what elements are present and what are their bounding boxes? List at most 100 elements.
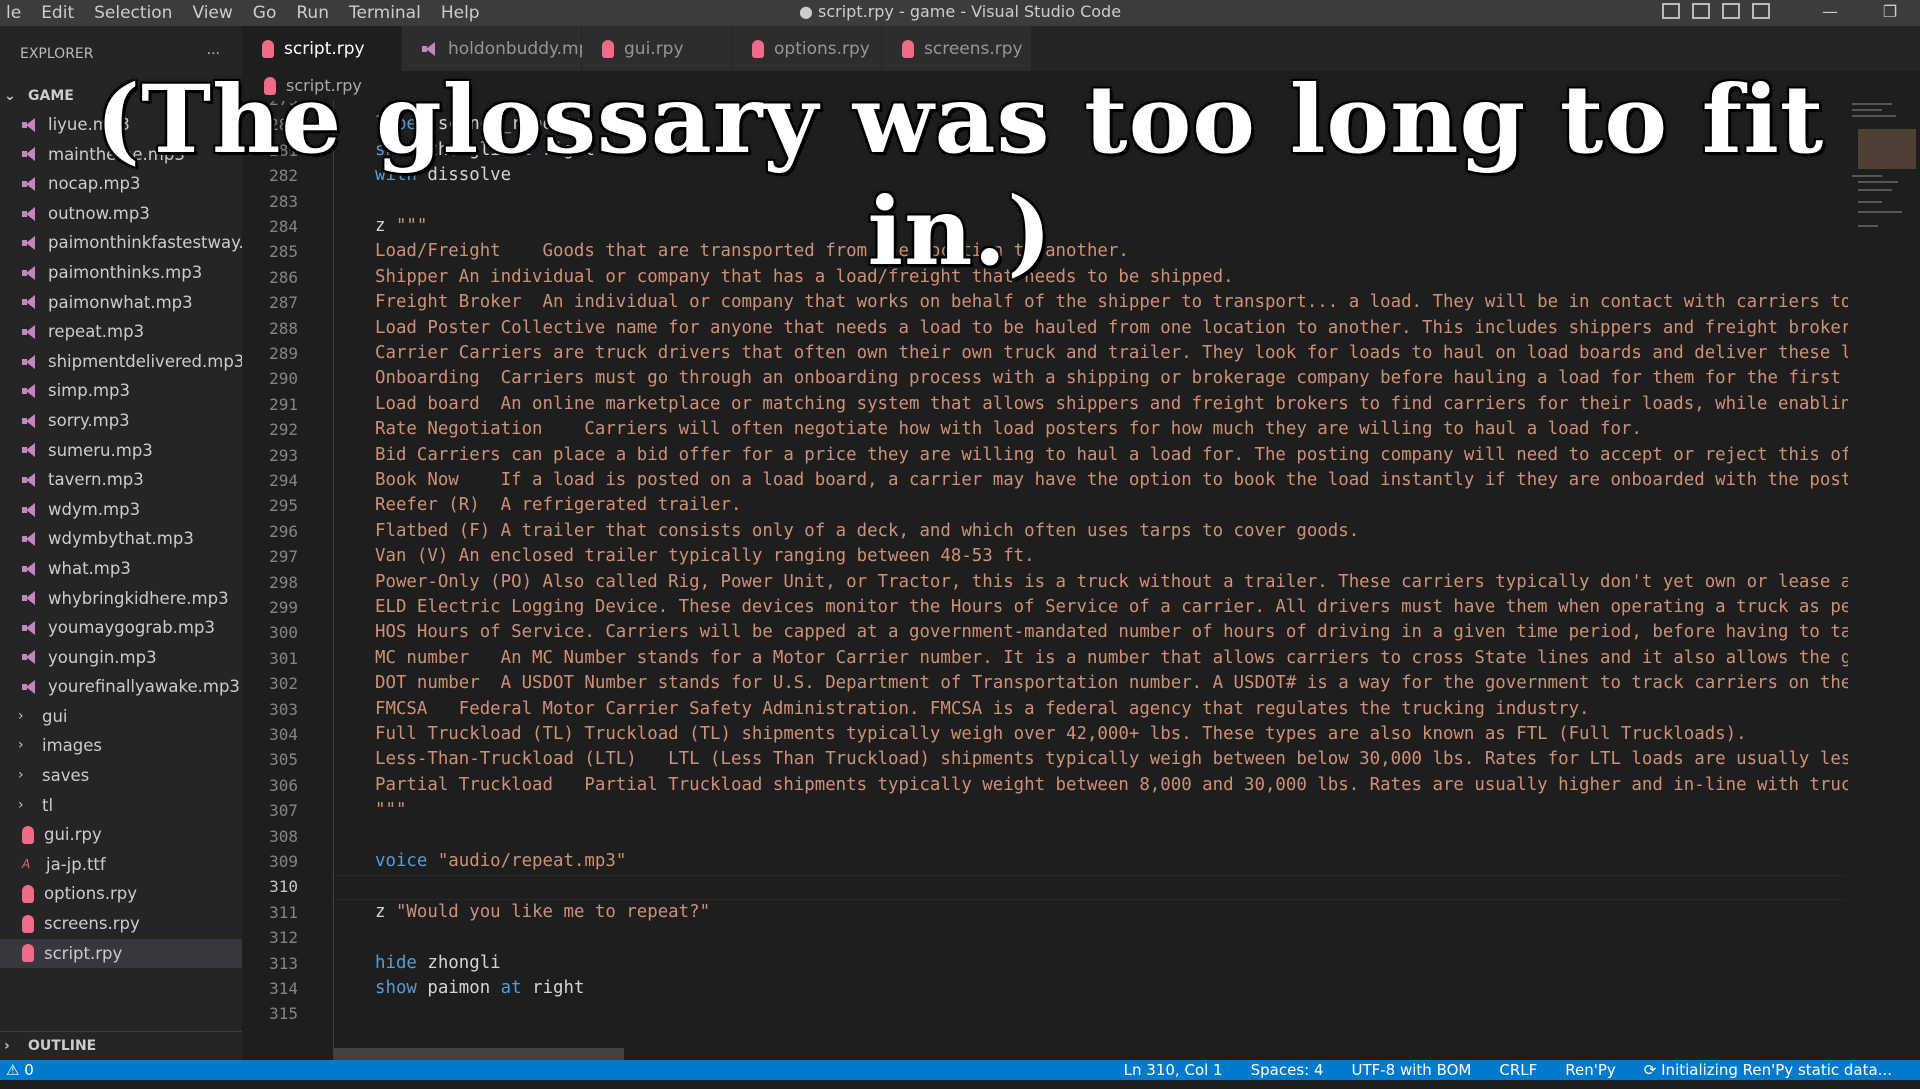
customize-layout-icon[interactable]	[1752, 3, 1770, 19]
status-item[interactable]: CRLF	[1499, 1060, 1537, 1080]
line-number: 312	[269, 928, 298, 948]
code-text: ELD Electric Logging Device. These devic…	[375, 595, 1848, 620]
code-line: 301 MC number An MC Number stands for a M…	[242, 646, 1848, 671]
code-text: Partial Truckload Partial Truckload ship…	[375, 773, 1848, 798]
file-tree-item[interactable]: › saves	[0, 761, 242, 791]
line-number: 310	[269, 877, 298, 897]
file-name: youngin.mp3	[48, 647, 157, 667]
code-line: 302 DOT number A USDOT Number stands for …	[242, 671, 1848, 696]
window-title-text: ● script.rpy - game - Visual Studio Code	[798, 2, 1122, 21]
status-item[interactable]: UTF-8 with BOM	[1352, 1060, 1472, 1080]
file-tree-item[interactable]: › images	[0, 731, 242, 761]
audio-file-icon	[22, 324, 38, 339]
audio-file-icon	[22, 680, 38, 695]
file-tree-item[interactable]: › gui	[0, 702, 242, 732]
audio-file-icon	[22, 265, 38, 280]
code-token: Full Truckload (TL) Truckload (TL) shipm…	[375, 724, 1747, 744]
code-token: FMCSA Federal Motor Carrier Safety Admin…	[375, 698, 1590, 719]
outline-label: OUTLINE	[28, 1038, 97, 1054]
menu-item-view[interactable]: View	[182, 0, 242, 26]
problems-indicator[interactable]: ⚠ 0	[6, 1060, 34, 1080]
status-item[interactable]: Spaces: 4	[1251, 1060, 1324, 1080]
code-token: Load board An online marketplace or matc…	[375, 393, 1848, 414]
status-item[interactable]: Ren'Py	[1565, 1060, 1616, 1080]
menu-item-help[interactable]: Help	[431, 0, 490, 26]
file-tree-item[interactable]: youmaygograb.mp3	[0, 613, 242, 643]
tab-label: script.rpy	[284, 38, 365, 59]
file-tree-item[interactable]: gui.rpy	[0, 820, 242, 850]
outline-section-header[interactable]: › OUTLINE	[0, 1031, 242, 1059]
line-number: 291	[269, 394, 298, 414]
menu-item-terminal[interactable]: Terminal	[339, 0, 431, 26]
tab-label: gui.rpy	[624, 38, 684, 59]
file-tree-item[interactable]: screens.rpy	[0, 909, 242, 939]
file-tree-item[interactable]: paimonwhat.mp3	[0, 288, 242, 318]
file-tree-item[interactable]: Aja-jp.ttf	[0, 850, 242, 880]
chevron-right-icon: ›	[18, 707, 24, 724]
line-number: 288	[269, 318, 298, 338]
menu-item-edit[interactable]: Edit	[31, 0, 84, 26]
file-name: script.rpy	[44, 943, 123, 963]
file-name: tl	[42, 795, 54, 815]
renpy-file-icon	[902, 39, 914, 58]
file-tree-item[interactable]: yourefinallyawake.mp3	[0, 672, 242, 702]
menu-item-le[interactable]: le	[0, 0, 31, 26]
menu-item-go[interactable]: Go	[243, 0, 287, 26]
horizontal-scrollbar[interactable]	[334, 1048, 624, 1060]
line-number: 304	[269, 725, 298, 744]
renpy-file-icon	[602, 39, 614, 58]
file-tree-item[interactable]: wdymbythat.mp3	[0, 524, 242, 554]
file-tree-item[interactable]: shipmentdelivered.mp3	[0, 347, 242, 377]
file-tree-item[interactable]: › tl	[0, 791, 242, 821]
code-text: Full Truckload (TL) Truckload (TL) shipm…	[375, 722, 1747, 747]
code-line: 310	[242, 874, 1848, 901]
file-tree-item[interactable]: what.mp3	[0, 554, 242, 584]
code-line: 289 Carrier Carriers are truck drivers th…	[242, 341, 1848, 366]
renpy-file-icon	[262, 39, 274, 58]
code-line: 312	[242, 925, 1848, 950]
file-tree-item[interactable]: script.rpy	[0, 938, 242, 969]
file-tree-item[interactable]: youngin.mp3	[0, 643, 242, 673]
code-text: Carrier Carriers are truck drivers that …	[375, 341, 1848, 366]
file-tree-item[interactable]: sorry.mp3	[0, 406, 242, 436]
line-number: 315	[269, 1004, 298, 1024]
code-token: Power-Only (PO) Also called Rig, Power U…	[375, 571, 1848, 592]
toggle-panel-icon[interactable]	[1692, 3, 1710, 19]
code-line: 303 FMCSA Federal Motor Carrier Safety Ad…	[242, 697, 1848, 722]
font-file-icon: A	[22, 856, 31, 871]
file-tree-item[interactable]: repeat.mp3	[0, 317, 242, 347]
restore-button[interactable]: ❐	[1860, 0, 1920, 26]
status-items: Ln 310, Col 1 Spaces: 4 UTF-8 with BOM CRLF…	[1124, 1060, 1892, 1080]
toggle-secondary-sidebar-icon[interactable]	[1722, 3, 1740, 19]
code-text: voice "audio/repeat.mp3"	[375, 849, 626, 874]
code-line: 308	[242, 824, 1848, 849]
status-item[interactable]: Ln 310, Col 1	[1124, 1060, 1223, 1080]
file-name: sorry.mp3	[48, 410, 130, 430]
code-line: 306 Partial Truckload Partial Truckload s…	[242, 773, 1848, 798]
line-number: 290	[269, 369, 298, 389]
file-tree-item[interactable]: wdym.mp3	[0, 495, 242, 525]
minimize-button[interactable]: —	[1800, 0, 1860, 26]
line-number: 293	[269, 445, 298, 465]
code-text: Freight Broker An individual or company …	[375, 290, 1848, 315]
status-bar: ⚠ 0 Ln 310, Col 1 Spaces: 4 UTF-8 with BOM…	[0, 1060, 1920, 1080]
code-token: Onboarding Carriers must go through an o…	[375, 368, 1848, 389]
code-text: z "Would you like me to repeat?"	[375, 900, 710, 925]
code-token: right	[532, 978, 585, 998]
file-tree-item[interactable]: sumeru.mp3	[0, 436, 242, 466]
status-item[interactable]: ⟳ Initializing Ren'Py static data...	[1644, 1060, 1892, 1080]
menu-item-run[interactable]: Run	[286, 0, 339, 26]
code-token: DOT number A USDOT Number stands for U.S…	[375, 673, 1848, 694]
file-tree-item[interactable]: options.rpy	[0, 879, 242, 909]
code-text: show paimon at right	[375, 976, 584, 1001]
toggle-sidebar-icon[interactable]	[1662, 3, 1680, 19]
code-line: 292 Rate Negotiation Carriers will often …	[242, 417, 1848, 442]
chevron-right-icon: ›	[4, 1038, 10, 1054]
code-token: hide	[375, 952, 428, 973]
menu-item-selection[interactable]: Selection	[84, 0, 182, 26]
file-tree-item[interactable]: whybringkidhere.mp3	[0, 584, 242, 614]
line-number: 306	[269, 775, 298, 795]
file-tree-item[interactable]: simp.mp3	[0, 376, 242, 406]
file-tree-item[interactable]: tavern.mp3	[0, 465, 242, 495]
code-line: 290 Onboarding Carriers must go through a…	[242, 366, 1848, 391]
